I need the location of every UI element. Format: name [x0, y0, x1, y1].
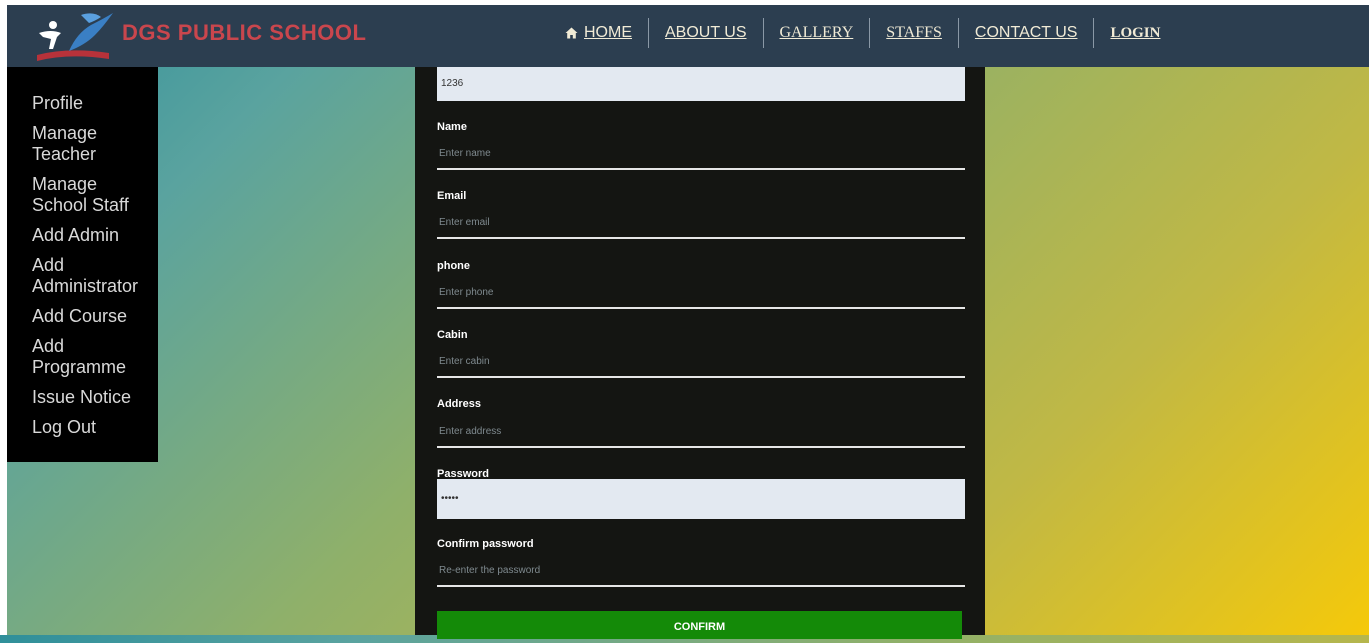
- nav-home[interactable]: HOME: [555, 18, 648, 48]
- id-input[interactable]: 1236: [437, 67, 965, 101]
- sidebar-item-manage-school-staff[interactable]: Manage School Staff: [7, 174, 142, 225]
- school-name[interactable]: DGS PUBLIC SCHOOL: [122, 20, 366, 46]
- name-input[interactable]: Enter name: [437, 140, 965, 170]
- nav-login[interactable]: LOGIN: [1093, 18, 1176, 48]
- confirm-password-label: Confirm password: [437, 538, 534, 550]
- window-left-edge: [0, 0, 7, 635]
- name-label: Name: [437, 121, 467, 133]
- phone-label: phone: [437, 260, 470, 272]
- nav-gallery[interactable]: GALLERY: [762, 18, 870, 48]
- home-icon: [565, 27, 578, 39]
- school-logo-icon[interactable]: [29, 11, 119, 63]
- sidebar-item-add-course[interactable]: Add Course: [7, 306, 158, 336]
- top-navbar: DGS PUBLIC SCHOOL HOME ABOUT US GALLERY …: [7, 5, 1369, 67]
- nav-contact-us[interactable]: CONTACT US: [957, 18, 1094, 48]
- add-teacher-form: 1236 Name Enter name Email Enter email p…: [415, 67, 985, 639]
- confirm-password-input[interactable]: Re-enter the password: [437, 557, 965, 587]
- address-input[interactable]: Enter address: [437, 418, 965, 448]
- nav-staffs[interactable]: STAFFS: [869, 18, 958, 48]
- cabin-label: Cabin: [437, 329, 468, 341]
- sidebar-item-add-administrator[interactable]: Add Administrator: [7, 255, 138, 306]
- sidebar-item-add-programme[interactable]: Add Programme: [7, 336, 126, 387]
- nav-about-us[interactable]: ABOUT US: [648, 18, 763, 48]
- email-label: Email: [437, 190, 467, 202]
- sidebar-item-log-out[interactable]: Log Out: [7, 417, 158, 447]
- sidebar-item-add-admin[interactable]: Add Admin: [7, 225, 158, 255]
- phone-input[interactable]: Enter phone: [437, 279, 965, 309]
- admin-sidebar: Profile Manage Teacher Manage School Sta…: [7, 67, 158, 462]
- password-input[interactable]: •••••: [437, 479, 965, 519]
- main-nav: HOME ABOUT US GALLERY STAFFS CONTACT US …: [555, 18, 1176, 48]
- address-label: Address: [437, 398, 482, 410]
- sidebar-item-profile[interactable]: Profile: [7, 93, 122, 123]
- email-input[interactable]: Enter email: [437, 209, 965, 239]
- sidebar-item-issue-notice[interactable]: Issue Notice: [7, 387, 158, 417]
- cabin-input[interactable]: Enter cabin: [437, 348, 965, 378]
- nav-home-label: HOME: [584, 24, 632, 41]
- sidebar-item-manage-teacher[interactable]: Manage Teacher: [7, 123, 122, 174]
